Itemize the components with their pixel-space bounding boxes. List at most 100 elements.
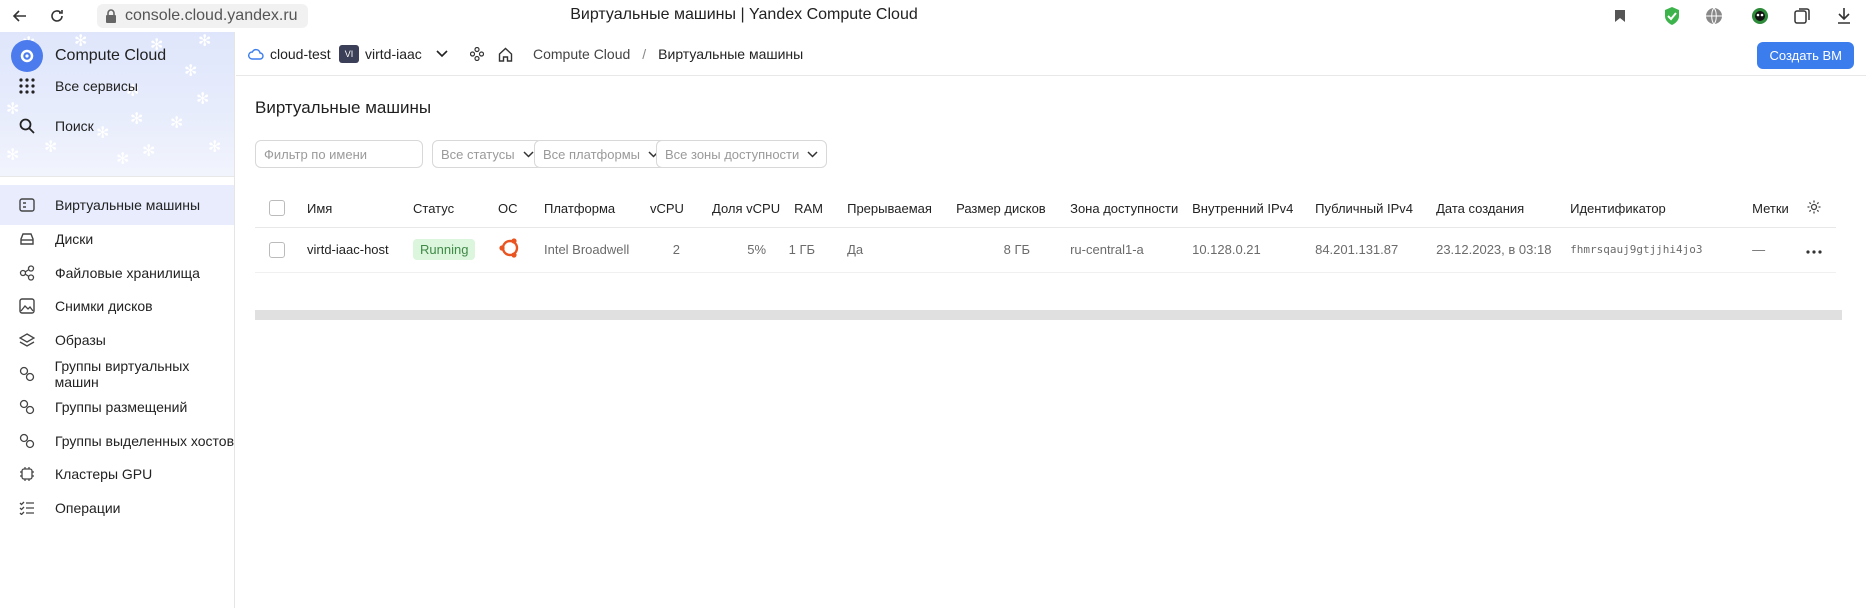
- groups-icon: [16, 363, 38, 385]
- home-button[interactable]: [498, 32, 513, 76]
- cloud-name: cloud-test: [270, 46, 331, 62]
- cloud-selector[interactable]: cloud-test: [248, 32, 331, 76]
- create-vm-button[interactable]: Создать ВМ: [1757, 42, 1854, 69]
- select-all-cell: [255, 190, 307, 228]
- column-header-disk-size[interactable]: Размер дисков: [936, 190, 1051, 228]
- chevron-down-icon: [523, 150, 534, 158]
- column-header-labels[interactable]: Метки: [1752, 190, 1807, 228]
- brand[interactable]: Compute Cloud: [11, 40, 166, 72]
- download-icon[interactable]: [1832, 4, 1856, 28]
- status-filter-select[interactable]: Все статусы: [432, 140, 543, 168]
- column-header-ram[interactable]: RAM: [780, 190, 830, 228]
- sidebar-item-label: Файловые хранилища: [55, 265, 200, 281]
- main-content: Виртуальные машины Фильтр по имени Все с…: [236, 76, 1866, 608]
- grid-icon: [16, 75, 38, 97]
- snowflake-icon: ✻: [96, 125, 110, 142]
- folder-avatar: VI: [339, 45, 359, 63]
- column-header-public-ip[interactable]: Публичный IPv4: [1315, 190, 1437, 228]
- snowflake-icon: ✻: [196, 91, 210, 108]
- ram-cell: 1 ГБ: [780, 227, 830, 273]
- column-header-platform[interactable]: Платформа: [544, 190, 650, 228]
- sidebar-item-label: Виртуальные машины: [55, 197, 201, 213]
- labels-cell: —: [1752, 227, 1807, 273]
- page-title: Виртуальные машины | Yandex Compute Clou…: [570, 6, 918, 23]
- sidebar-divider: [0, 176, 234, 177]
- shield-check-icon[interactable]: [1660, 4, 1684, 28]
- brand-name: Compute Cloud: [55, 47, 167, 64]
- cloud-icon: [248, 48, 264, 60]
- breadcrumb-separator: /: [642, 46, 647, 62]
- sidebar-item-label: Группы виртуальных машин: [54, 358, 190, 390]
- folder-selector[interactable]: VI virtd-iaac: [339, 32, 448, 76]
- row-checkbox[interactable]: [269, 241, 285, 258]
- column-header-internal-ip[interactable]: Внутренний IPv4: [1192, 190, 1316, 228]
- vm-name[interactable]: virtd-iaac-host: [307, 227, 413, 273]
- sidebar-item-operations[interactable]: Операции: [0, 488, 234, 528]
- collections-icon[interactable]: [1790, 4, 1814, 28]
- column-header-os[interactable]: ОС: [498, 190, 544, 228]
- disk-size-cell: 8 ГБ: [936, 227, 1051, 273]
- groups-icon: [16, 430, 38, 452]
- platform-cell: Intel Broadwell: [544, 227, 650, 273]
- breadcrumb-current: Виртуальные машины: [658, 46, 804, 62]
- gear-icon[interactable]: [1806, 199, 1822, 215]
- platform-filter-value: Все платформы: [543, 146, 640, 162]
- disk-icon: [16, 228, 38, 250]
- name-filter-input[interactable]: Фильтр по имени: [255, 140, 423, 168]
- platform-filter-select[interactable]: Все платформы: [534, 140, 668, 168]
- image-icon: [16, 295, 38, 317]
- chip-icon: [16, 463, 38, 485]
- search-button[interactable]: Поиск: [16, 115, 94, 137]
- browser-toolbar: console.cloud.yandex.ru Виртуальные маши…: [0, 0, 1866, 32]
- sidebar: ✻ ✻ ✻ ✻ ✻ ✻ ✻ ✻ ✻ ✻ ✻ ✻ ✻ ✻ ✻ ✻ Compute …: [0, 32, 235, 608]
- all-services-button[interactable]: Все сервисы: [16, 75, 138, 97]
- status-cell: Running: [413, 227, 498, 273]
- vcpu-cell: 2: [650, 227, 694, 273]
- column-header-vcpu[interactable]: vCPU: [650, 190, 694, 228]
- search-label: Поиск: [55, 118, 94, 134]
- column-header-id[interactable]: Идентификатор: [1570, 190, 1753, 228]
- more-horizontal-icon[interactable]: [1806, 250, 1822, 254]
- row-select-cell: [255, 227, 307, 273]
- sidebar-item-label: Снимки дисков: [55, 298, 153, 314]
- groups-icon: [16, 396, 38, 418]
- horizontal-scrollbar[interactable]: [255, 310, 1842, 320]
- breadcrumb-service[interactable]: Compute Cloud: [533, 46, 630, 62]
- list-icon: [16, 497, 38, 519]
- column-header-vcpu-share[interactable]: Доля vCPU: [694, 190, 781, 228]
- snowflake-icon: ✻: [130, 111, 144, 128]
- public-ip-cell: 84.201.131.87: [1315, 227, 1437, 273]
- row-actions-cell: [1806, 227, 1837, 273]
- extension-avatar-icon[interactable]: [1748, 4, 1772, 28]
- column-header-status[interactable]: Статус: [413, 190, 498, 228]
- sidebar-item-label: Кластеры GPU: [55, 466, 153, 482]
- zone-filter-select[interactable]: Все зоны доступности: [656, 140, 828, 168]
- column-header-zone[interactable]: Зона доступности: [1050, 190, 1193, 228]
- table-row[interactable]: virtd-iaac-host Running Intel Broadwell …: [255, 227, 1837, 273]
- name-filter-placeholder: Фильтр по имени: [264, 146, 368, 162]
- column-header-preemptible[interactable]: Прерываемая: [829, 190, 937, 228]
- snowflake-icon: ✻: [6, 147, 20, 164]
- internal-ip-cell: 10.128.0.21: [1192, 227, 1316, 273]
- bookmark-icon[interactable]: [1608, 4, 1632, 28]
- table-settings-cell: [1806, 190, 1837, 228]
- services-grid-button[interactable]: [470, 32, 484, 76]
- select-all-checkbox[interactable]: [269, 200, 285, 217]
- id-cell: fhmrsqauj9gtjjhi4jo3: [1570, 227, 1753, 273]
- table-header-row: Имя Статус ОС Платформа vCPU Доля vCPU R…: [255, 190, 1837, 228]
- vm-icon: [16, 194, 38, 216]
- column-header-name[interactable]: Имя: [307, 190, 413, 228]
- share-icon: [16, 262, 38, 284]
- all-services-label: Все сервисы: [55, 78, 138, 94]
- breadcrumb: Compute Cloud / Виртуальные машины: [533, 32, 803, 76]
- zone-filter-value: Все зоны доступности: [665, 146, 800, 162]
- snowflake-icon: ✻: [208, 139, 222, 156]
- globe-icon[interactable]: [1702, 4, 1726, 28]
- column-header-created[interactable]: Дата создания: [1436, 190, 1571, 228]
- sidebar-item-label: Операции: [55, 500, 121, 516]
- sidebar-item-label: Образы: [55, 332, 106, 348]
- search-icon: [16, 115, 38, 137]
- chevron-down-icon: [807, 150, 818, 158]
- layers-icon: [16, 329, 38, 351]
- zone-cell: ru-central1-a: [1050, 227, 1193, 273]
